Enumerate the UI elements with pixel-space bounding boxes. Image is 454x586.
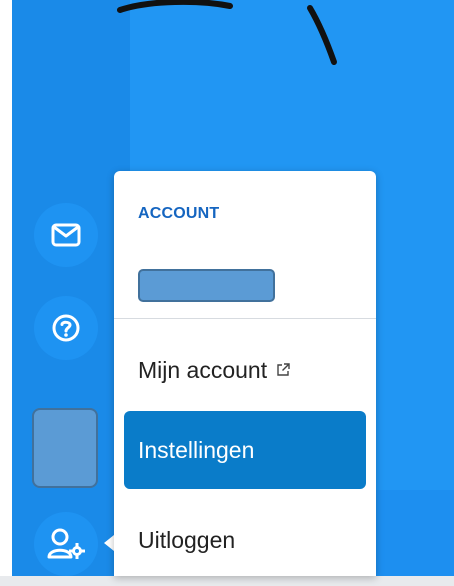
- main-lower-panel: [376, 490, 454, 576]
- help-icon: [52, 314, 80, 342]
- avatar[interactable]: [32, 408, 98, 488]
- mail-icon: [51, 223, 81, 247]
- sidebar: [12, 0, 130, 576]
- menu-item-label: Uitloggen: [138, 526, 236, 553]
- user-settings-button[interactable]: [34, 512, 98, 576]
- menu-divider: [114, 318, 376, 319]
- account-menu: ACCOUNT Mijn account Instellingen Uitlog…: [114, 171, 376, 576]
- menu-item-mijn-account[interactable]: Mijn account: [124, 331, 366, 409]
- left-margin: [0, 0, 12, 586]
- menu-header: ACCOUNT: [138, 205, 220, 222]
- annotation-mark: [117, 0, 337, 65]
- external-link-icon: [275, 362, 291, 378]
- mail-button[interactable]: [34, 203, 98, 267]
- help-button[interactable]: [34, 296, 98, 360]
- menu-item-label: Mijn account: [138, 356, 268, 383]
- menu-caret: [104, 535, 114, 551]
- user-name: [138, 269, 275, 302]
- menu-item-label: Instellingen: [138, 436, 255, 463]
- menu-item-uitloggen[interactable]: Uitloggen: [124, 501, 366, 579]
- user-settings-icon: [47, 528, 85, 559]
- menu-item-instellingen[interactable]: Instellingen: [124, 411, 366, 489]
